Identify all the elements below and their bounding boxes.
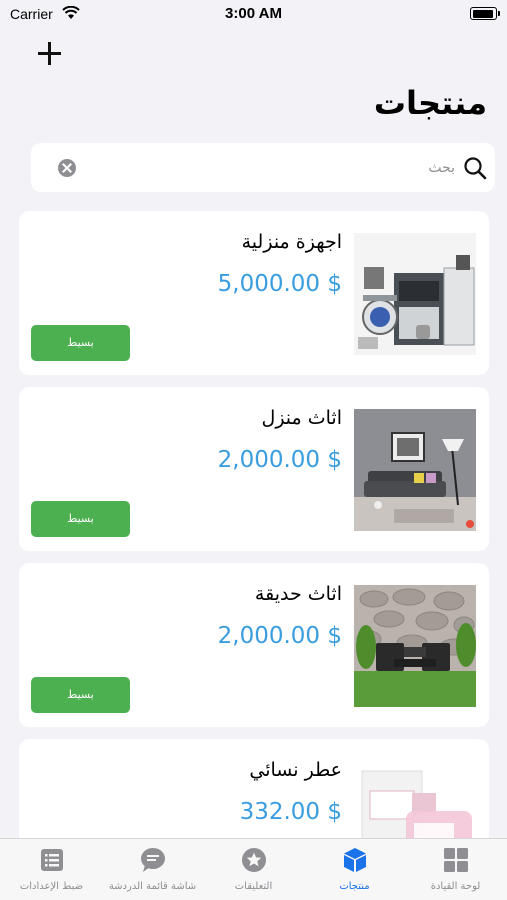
battery-icon (470, 7, 500, 20)
cube-icon (344, 848, 366, 872)
product-name: اثاث منزل (261, 407, 342, 429)
search-icon (464, 157, 487, 180)
product-price: 332.00 $ (239, 799, 342, 825)
tab-chat-list[interactable]: شاشة قائمة الدردشة (102, 839, 203, 900)
tab-comments[interactable]: التعليقات (203, 839, 304, 900)
star-icon (242, 848, 266, 872)
tab-label: لوحة القيادة (430, 881, 481, 892)
tab-products[interactable]: منتجات (304, 839, 405, 900)
product-price: 5,000.00 $ (217, 271, 342, 297)
product-badge-button[interactable]: بسيط (31, 677, 130, 713)
tab-settings[interactable]: ضبط الإعدادات (1, 839, 102, 900)
tab-dashboard[interactable]: لوحة القيادة (405, 839, 506, 900)
status-time: 3:00 AM (225, 5, 282, 22)
product-badge-button[interactable]: بسيط (31, 325, 130, 361)
product-name: عطر نسائي (249, 759, 342, 781)
product-image-garden-furniture (354, 585, 476, 707)
product-price: 2,000.00 $ (217, 623, 342, 649)
list-icon (41, 849, 63, 871)
tab-label: شاشة قائمة الدردشة (108, 881, 197, 892)
product-card-appliances[interactable]: اجهزة منزلية 5,000.00 $ بسيط (19, 211, 489, 375)
page-title: منتجات (373, 84, 487, 122)
search-bar (31, 143, 495, 192)
product-price: 2,000.00 $ (217, 447, 342, 473)
tab-bar: لوحة القيادة منتجات التعليقات شاشة قائمة… (0, 838, 507, 900)
product-name: اثاث حديقة (254, 583, 342, 605)
product-badge-button[interactable]: بسيط (31, 501, 130, 537)
product-image-appliances (354, 233, 476, 355)
clear-search-icon[interactable] (58, 159, 76, 177)
product-card-home-furniture[interactable]: اثاث منزل 2,000.00 $ بسيط (19, 387, 489, 551)
tab-label: التعليقات (234, 881, 273, 892)
product-name: اجهزة منزلية (241, 231, 342, 253)
tab-label: منتجات (339, 881, 370, 892)
search-input[interactable] (95, 153, 455, 183)
chat-icon (141, 848, 165, 872)
status-bar: Carrier 3:00 AM (0, 0, 507, 28)
add-product-button[interactable] (36, 40, 64, 68)
tab-label: ضبط الإعدادات (19, 881, 84, 892)
product-card-garden-furniture[interactable]: اثاث حديقة 2,000.00 $ بسيط (19, 563, 489, 727)
product-image-home-furniture (354, 409, 476, 531)
dashboard-icon (444, 848, 468, 872)
